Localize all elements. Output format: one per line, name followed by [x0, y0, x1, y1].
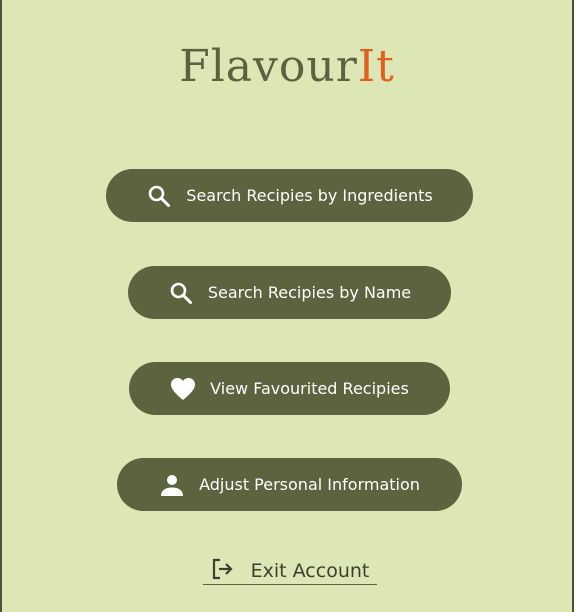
logout-icon	[211, 558, 235, 585]
logo-accent-text: It	[357, 41, 395, 92]
app-logo: FlavourIt	[2, 38, 572, 96]
view-favourites-button[interactable]: View Favourited Recipies	[129, 362, 450, 415]
adjust-personal-info-label: Adjust Personal Information	[199, 475, 420, 494]
search-by-name-label: Search Recipies by Name	[207, 283, 412, 302]
search-icon	[168, 280, 194, 306]
exit-account-underline	[203, 584, 377, 585]
search-by-ingredients-button[interactable]: Search Recipies by Ingredients	[106, 169, 473, 222]
search-by-name-button[interactable]: Search Recipies by Name	[128, 266, 451, 319]
search-by-ingredients-label: Search Recipies by Ingredients	[186, 186, 433, 205]
exit-account-link[interactable]: Exit Account	[203, 556, 377, 586]
view-favourites-label: View Favourited Recipies	[210, 379, 409, 398]
search-icon	[146, 183, 172, 209]
adjust-personal-info-button[interactable]: Adjust Personal Information	[117, 458, 462, 511]
heart-icon	[170, 376, 196, 402]
home-screen: FlavourIt Search Recipies by Ingredients…	[0, 0, 574, 612]
logo-main-text: Flavour	[179, 41, 358, 92]
person-icon	[159, 472, 185, 498]
exit-account-label: Exit Account	[250, 560, 370, 582]
